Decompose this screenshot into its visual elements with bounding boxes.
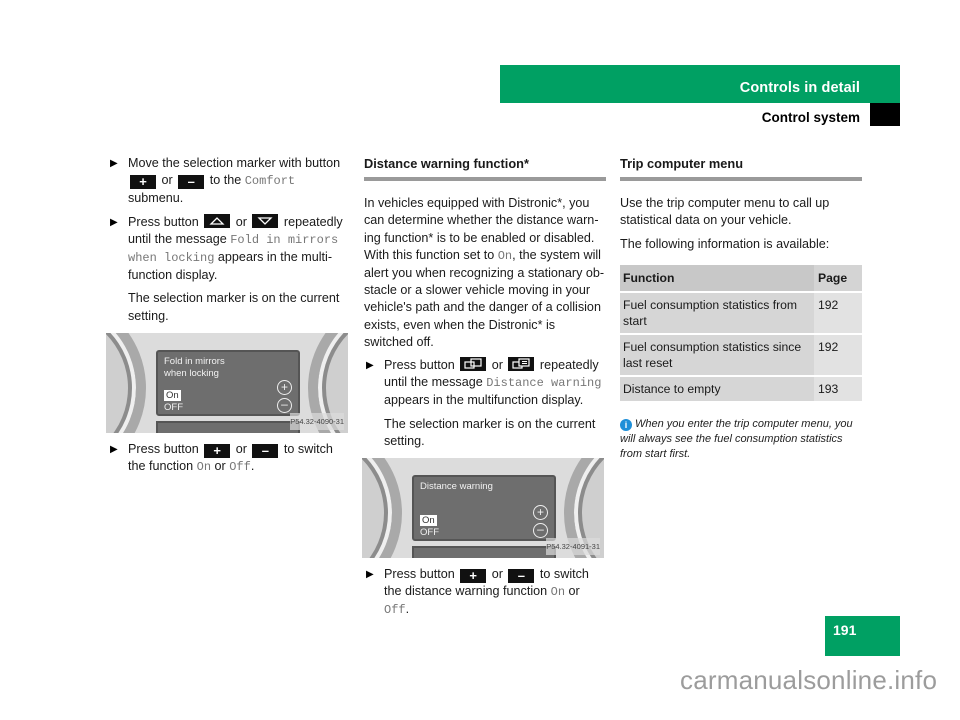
multifunction-display: Distance warning On OFF + –: [412, 475, 556, 542]
on-option-selected: On: [420, 515, 437, 527]
column-trip-computer: Trip computer menu Use the trip computer…: [620, 155, 862, 462]
selection-note: The selection marker is on the current s…: [128, 291, 340, 323]
chapter-title: Controls in detail: [739, 80, 860, 96]
plus-circle-icon: +: [533, 505, 548, 521]
up-button-icon: [204, 213, 231, 228]
lower-display: [156, 420, 300, 433]
table-row: Fuel consumption statistics from start 1…: [620, 291, 862, 335]
plus-button-icon: +: [460, 569, 487, 584]
minus-button-icon: –: [252, 443, 279, 458]
header-function: Function: [620, 264, 814, 293]
image-code: P54.32-4090-31: [290, 412, 344, 430]
minus-circle-icon: –: [533, 523, 548, 539]
step-switch-distance-warning: ▶ Press button + or – to switch the dist…: [366, 567, 589, 618]
next-display-button-icon: [508, 357, 535, 372]
minus-button-icon: –: [508, 569, 535, 584]
distance-warning-heading: Distance warning function*: [364, 155, 606, 182]
instrument-cluster-image-mirrors: Fold in mirrors when locking On OFF + – …: [106, 332, 348, 433]
image-code: P54.32-4091-31: [546, 537, 600, 556]
display-text: Distance warning: [486, 376, 602, 391]
column-mirrors: ▶ Move the selection marker with button …: [106, 155, 350, 482]
down-button-icon: [252, 213, 279, 228]
trip-computer-heading: Trip computer menu: [620, 155, 862, 182]
bullet-arrow-icon: ▶: [110, 158, 118, 169]
plus-button-icon: +: [204, 443, 231, 458]
bullet-arrow-icon: ▶: [366, 360, 374, 372]
column-distance-warning: Distance warning function* In vehicles e…: [362, 155, 606, 626]
previous-display-button-icon: [460, 357, 487, 372]
multifunction-display: Fold in mirrors when locking On OFF + –: [156, 349, 300, 416]
step-select-comfort: ▶ Move the selection marker with button …: [110, 156, 341, 206]
trip-computer-available: The following information is available:: [620, 236, 830, 251]
step-switch-function: ▶ Press button + or – to switch the func…: [110, 441, 333, 475]
speedometer-dial: [362, 458, 402, 559]
header-page: Page: [814, 264, 862, 293]
table-header-row: Function Page: [620, 264, 862, 293]
bullet-arrow-icon: ▶: [366, 569, 374, 581]
instrument-cluster-image-distance: Distance warning On OFF + – P54.32-4091-…: [362, 458, 604, 559]
plus-circle-icon: +: [277, 379, 292, 395]
info-icon: i: [620, 418, 632, 431]
plus-button-icon: +: [130, 175, 156, 190]
bullet-arrow-icon: ▶: [110, 216, 118, 228]
info-note: i When you enter the trip computer menu, …: [620, 417, 853, 460]
distance-warning-intro: In vehicles equipped with Distronic*, yo…: [364, 196, 605, 349]
page-number: 191: [833, 622, 857, 638]
table-row: Distance to empty 193: [620, 375, 862, 403]
on-option-selected: On: [164, 389, 181, 401]
chapter-header-band: Controls in detail: [500, 65, 900, 103]
watermark: carmanualsonline.info: [680, 665, 938, 695]
section-marker: [870, 103, 900, 126]
off-option: OFF: [420, 527, 439, 539]
speedometer-dial: [106, 332, 146, 433]
section-title: Control system: [761, 110, 860, 125]
step-select-message: ▶ Press button or repeatedly until the m…: [110, 213, 343, 283]
trip-computer-intro: Use the trip computer menu to call up st…: [620, 196, 830, 228]
display-text: Comfort: [244, 174, 296, 189]
lower-display: [412, 546, 556, 559]
bullet-arrow-icon: ▶: [110, 443, 118, 455]
minus-circle-icon: –: [277, 397, 292, 413]
trip-computer-table: Function Page Fuel consumption statistic…: [620, 264, 862, 403]
off-option: OFF: [164, 401, 183, 413]
table-row: Fuel consumption statistics since last r…: [620, 333, 862, 377]
step-select-distance-warning: ▶ Press button or repeatedly until the m…: [366, 357, 602, 408]
selection-note: The selection marker is on the current s…: [384, 416, 596, 448]
page-number-box: 191: [825, 616, 900, 656]
minus-button-icon: –: [178, 175, 205, 190]
